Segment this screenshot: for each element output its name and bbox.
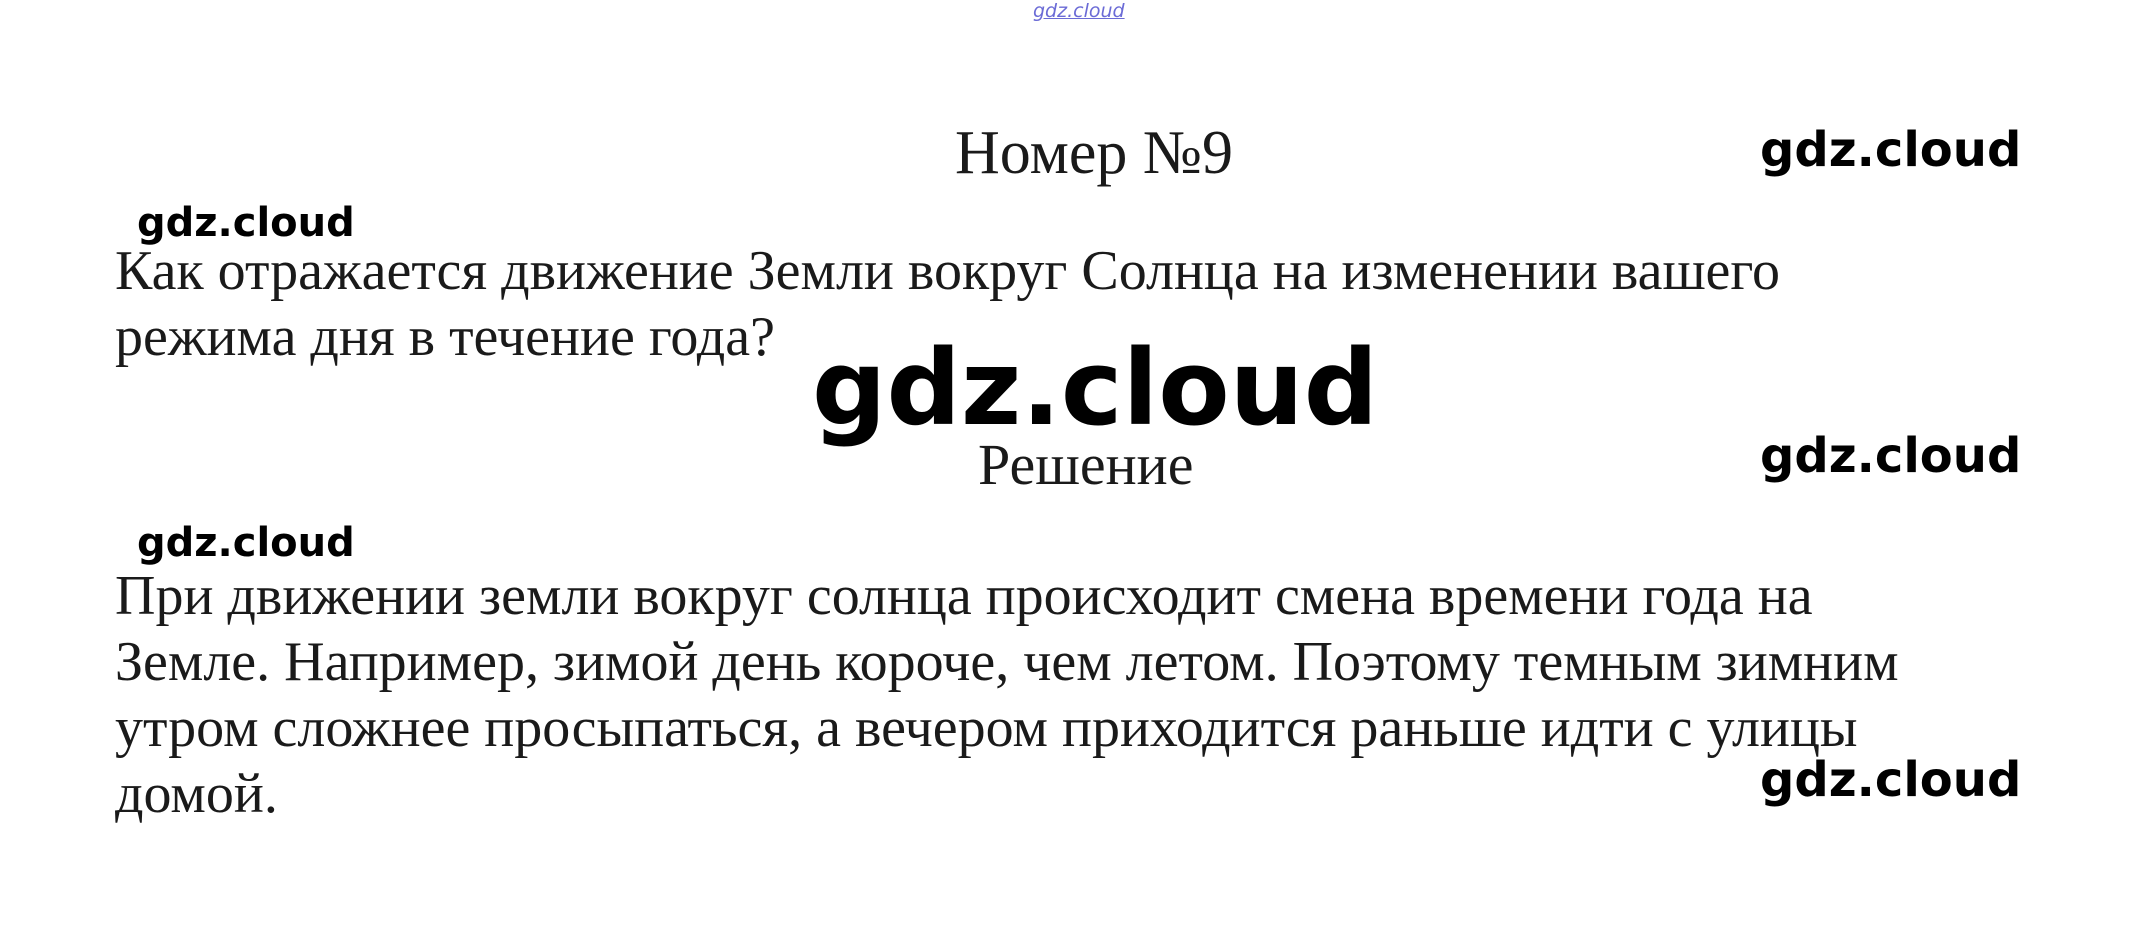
answer-line-4: домой. — [115, 763, 278, 825]
top-watermark-link[interactable]: gdz.cloud — [1033, 0, 1125, 22]
watermark-answer-right: gdz.cloud — [1760, 752, 2022, 808]
answer-text: При движении земли вокруг солнца происхо… — [115, 563, 1899, 827]
watermark-title-right: gdz.cloud — [1760, 122, 2022, 178]
page-title: Номер №9 — [955, 119, 1234, 187]
answer-line-2: Земле. Например, зимой день короче, чем … — [115, 631, 1899, 693]
answer-line-3: утром сложнее просыпаться, а вечером при… — [115, 697, 1858, 759]
watermark-solution-right: gdz.cloud — [1760, 428, 2022, 484]
watermark-answer-left: gdz.cloud — [137, 520, 355, 566]
question-line-1: Как отражается движение Земли вокруг Сол… — [115, 240, 1780, 302]
answer-line-1: При движении земли вокруг солнца происхо… — [115, 565, 1813, 627]
solution-heading: Решение — [978, 432, 1194, 497]
watermark-center-large: gdz.cloud — [812, 327, 1379, 449]
